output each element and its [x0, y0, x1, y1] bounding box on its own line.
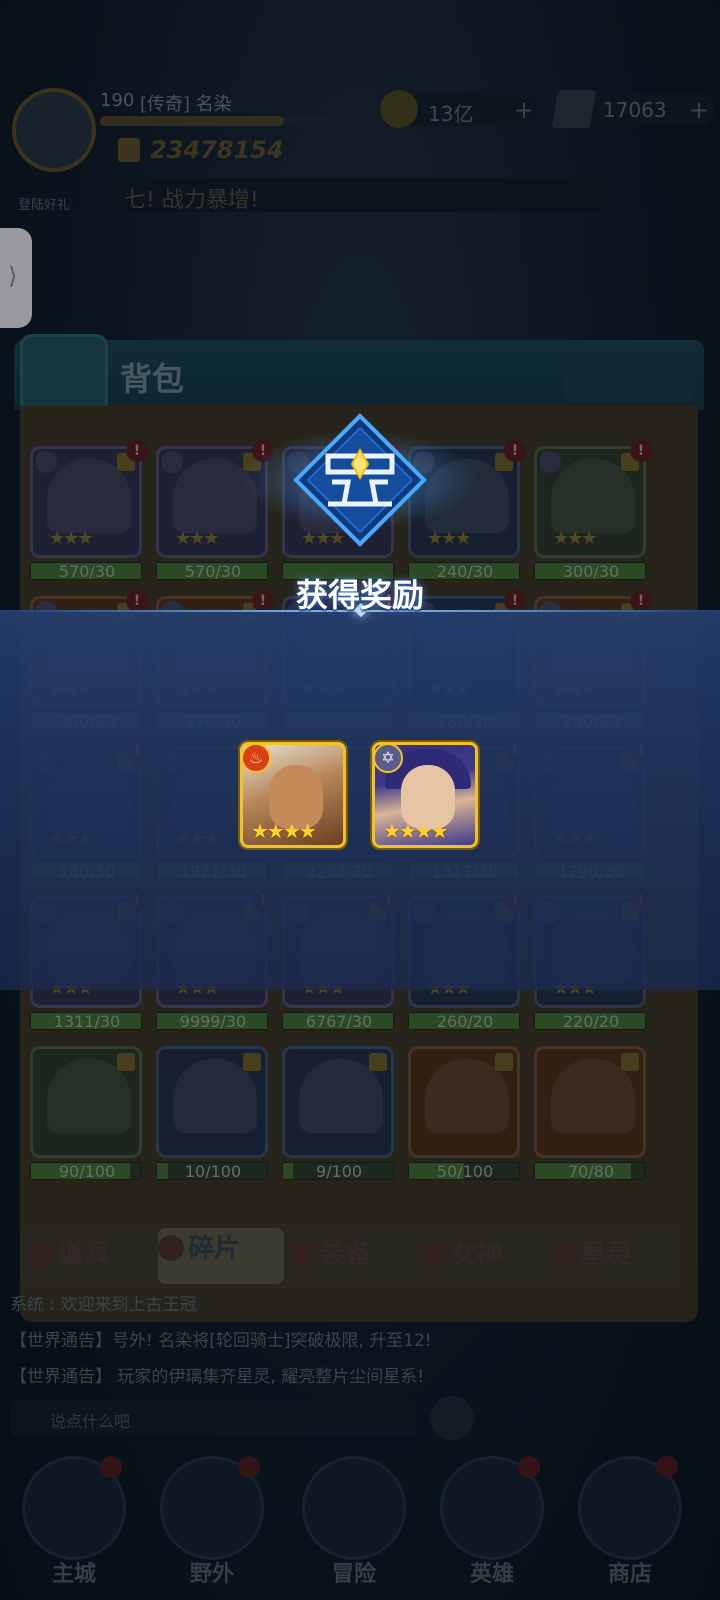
fire-faction-icon: ♨ — [243, 745, 271, 773]
star-rating: ★★★★ — [251, 819, 317, 843]
reward-hero-card[interactable]: ♨ ★★★★ — [240, 742, 346, 848]
star-rating: ★★★★ — [383, 819, 449, 843]
reward-band — [0, 610, 720, 990]
reward-title: 获得奖励 — [295, 576, 424, 614]
star-faction-icon: ✡ — [375, 745, 403, 773]
reward-hero-card[interactable]: ✡ ★★★★ — [372, 742, 478, 848]
reward-chest-emblem-icon — [293, 413, 427, 547]
